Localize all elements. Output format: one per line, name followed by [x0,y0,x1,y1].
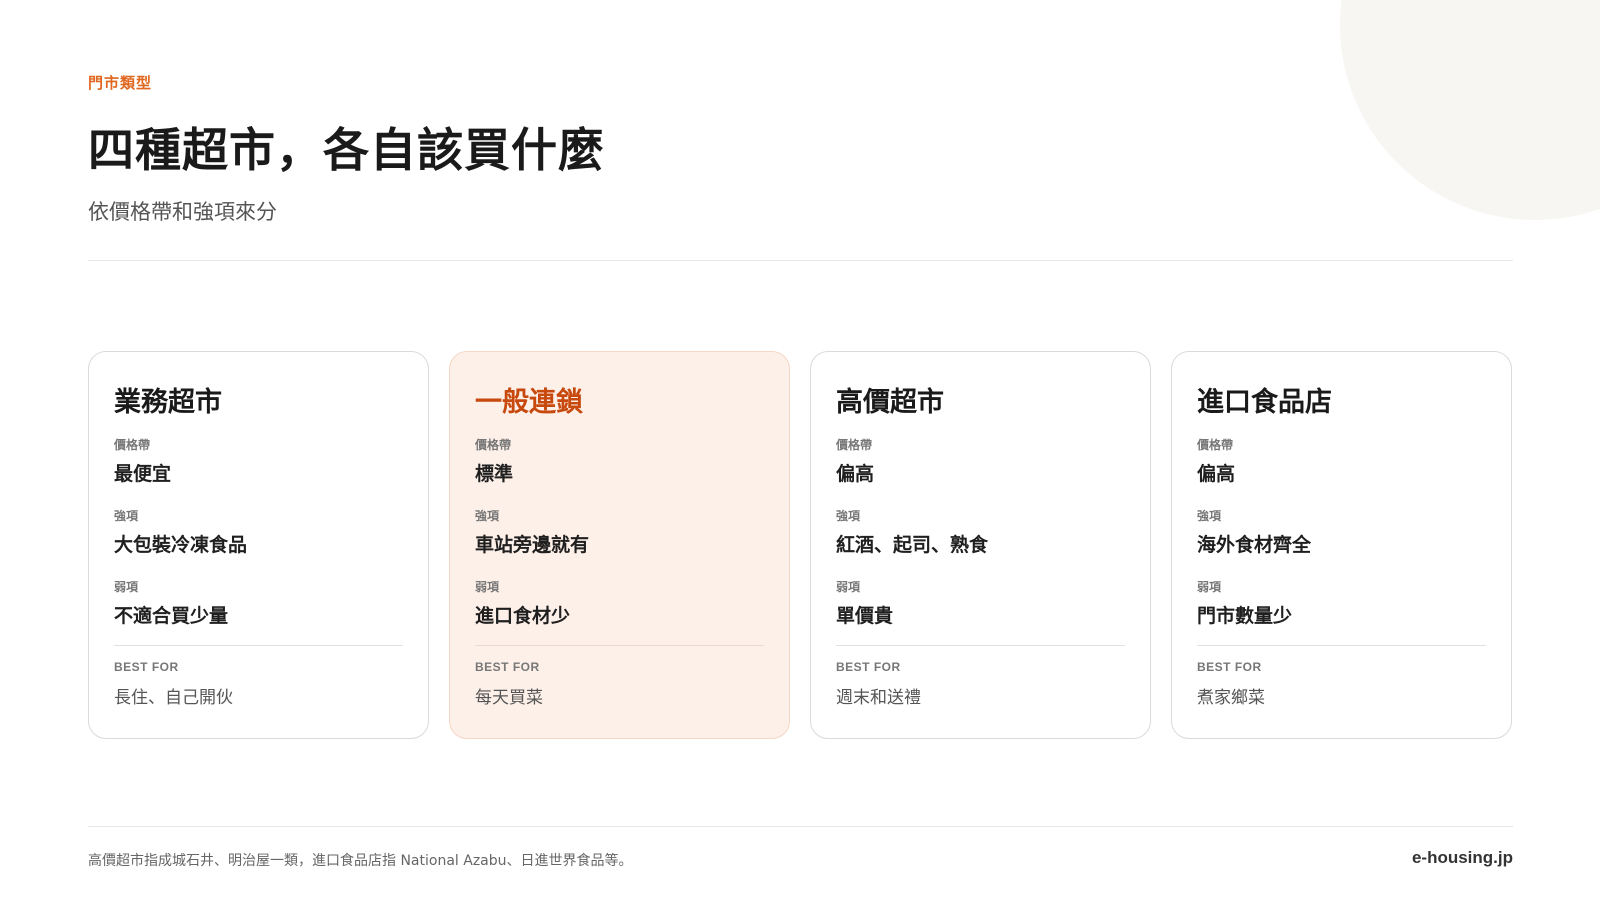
weakness-label: 弱項 [114,580,139,594]
weakness-value: 不適合買少量 [114,605,229,627]
strength-value: 車站旁邊就有 [475,534,590,556]
price-value: 最便宜 [114,463,172,485]
brand-wordmark: e-housing.jp [1411,848,1513,867]
strength-label: 強項 [836,509,861,523]
price-value: 偏高 [1197,463,1236,485]
card-divider [475,645,764,646]
strength-label: 強項 [1197,509,1222,523]
section-eyebrow: 門市類型 [88,74,153,92]
card-divider [836,645,1125,646]
best-for-label: BEST FOR [836,660,901,674]
best-for-value: 煮家鄉菜 [1197,688,1265,708]
best-for-label: BEST FOR [1197,660,1262,674]
decorative-circle [1340,0,1600,220]
weakness-value: 進口食材少 [475,605,571,627]
price-label: 價格帶 [1197,438,1234,452]
weakness-value: 門市數量少 [1197,605,1293,627]
best-for-label: BEST FOR [475,660,540,674]
card-divider [1197,645,1486,646]
store-card-premium: 高價超市 價格帶 偏高 強項 紅酒、起司、熟食 弱項 單價貴 BEST FOR … [810,351,1151,739]
strength-value: 紅酒、起司、熟食 [836,534,989,556]
weakness-label: 弱項 [836,580,861,594]
best-for-value: 長住、自己開伙 [114,688,233,708]
page-subtitle: 依價格帶和強項來分 [88,200,277,224]
strength-label: 強項 [114,509,139,523]
store-card-gyomu: 業務超市 價格帶 最便宜 強項 大包裝冷凍食品 弱項 不適合買少量 BEST F… [88,351,429,739]
card-title: 業務超市 [114,387,222,418]
store-card-chain: 一般連鎖 價格帶 標準 強項 車站旁邊就有 弱項 進口食材少 BEST FOR … [449,351,790,739]
card-divider [114,645,403,646]
card-title: 一般連鎖 [475,387,583,418]
store-type-cards: 業務超市 價格帶 最便宜 強項 大包裝冷凍食品 弱項 不適合買少量 BEST F… [88,351,1512,739]
best-for-value: 每天買菜 [475,688,543,708]
price-value: 偏高 [836,463,875,485]
card-title: 高價超市 [836,387,944,418]
footnote: 高價超市指成城石井、明治屋一類，進口食品店指 National Azabu、日進… [88,853,633,869]
slide: 門市類型 四種超市，各自該買什麼 依價格帶和強項來分 業務超市 價格帶 最便宜 … [0,0,1600,900]
strength-value: 大包裝冷凍食品 [114,534,248,556]
best-for-value: 週末和送禮 [836,688,921,708]
strength-value: 海外食材齊全 [1197,534,1312,556]
strength-label: 強項 [475,509,500,523]
weakness-label: 弱項 [475,580,500,594]
header-divider [88,260,1513,261]
weakness-label: 弱項 [1197,580,1222,594]
price-label: 價格帶 [114,438,151,452]
card-title: 進口食品店 [1197,387,1332,418]
page-title: 四種超市，各自該買什麼 [88,123,605,177]
footer-divider [88,826,1513,827]
weakness-value: 單價貴 [836,605,894,627]
price-value: 標準 [475,463,514,485]
price-label: 價格帶 [836,438,873,452]
best-for-label: BEST FOR [114,660,179,674]
price-label: 價格帶 [475,438,512,452]
store-card-import: 進口食品店 價格帶 偏高 強項 海外食材齊全 弱項 門市數量少 BEST FOR… [1171,351,1512,739]
